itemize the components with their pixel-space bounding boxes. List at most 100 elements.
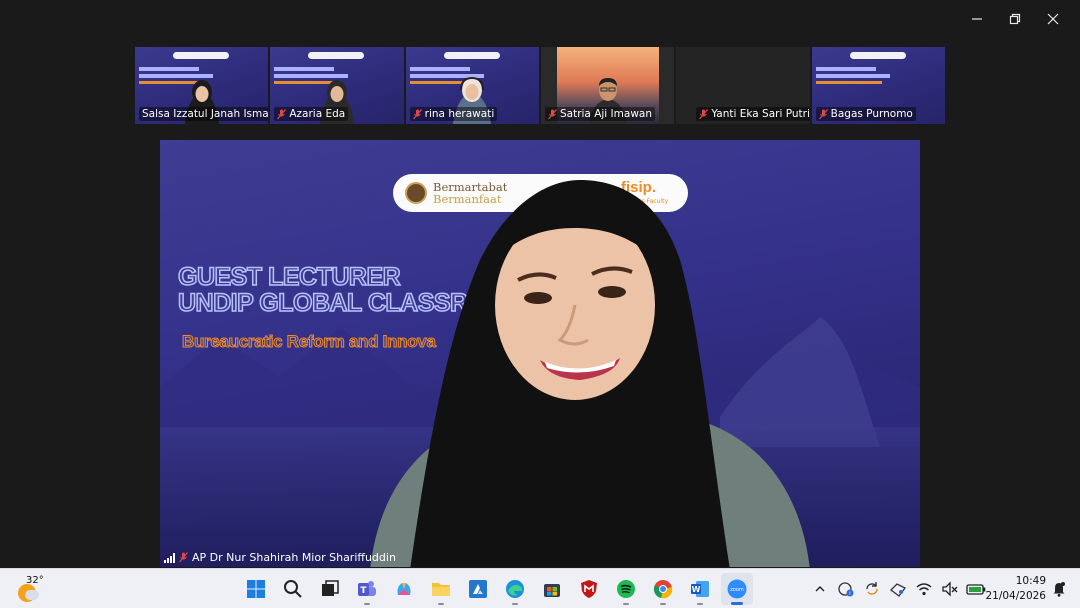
teams-app[interactable]: T — [351, 573, 383, 605]
svg-text:W: W — [692, 585, 701, 594]
slide-logo-thumbnail — [173, 52, 229, 59]
clock-date: 21/04/2026 — [985, 590, 1046, 602]
window-controls — [958, 6, 1072, 32]
participant-name: Azaria Eda — [289, 108, 346, 120]
cloud-icon — [25, 590, 39, 600]
speaker-video[interactable]: Bermartabat Bermanfaat fisip. World Clas… — [160, 140, 920, 567]
file-explorer-app[interactable] — [425, 573, 457, 605]
microsoft-store-app[interactable] — [536, 573, 568, 605]
refresh-icon — [866, 582, 878, 595]
weather-widget[interactable]: 32° — [16, 573, 48, 605]
restore-icon — [1009, 13, 1021, 25]
search-icon — [284, 580, 302, 598]
cloud-sync-icon: i — [838, 582, 854, 597]
slide-title-thumbnail — [274, 67, 335, 71]
mcafee-shield-icon — [581, 580, 597, 598]
svg-text:zoom: zoom — [730, 587, 744, 593]
svg-text:i: i — [849, 591, 850, 597]
folder-icon — [432, 583, 450, 596]
spotify-app[interactable] — [610, 573, 642, 605]
sync-status[interactable] — [862, 579, 882, 599]
participant-tile[interactable]: Yanti Eka Sari Putri — [676, 47, 810, 124]
volume-muted-icon — [942, 581, 958, 597]
participant-name: rina herawati — [424, 108, 495, 120]
participant-tile[interactable]: rina herawati — [405, 47, 539, 124]
svg-text:T: T — [360, 586, 367, 596]
copilot-app[interactable] — [388, 573, 420, 605]
speaker-nameplate: AP Dr Nur Shahirah Mior Shariffuddin — [164, 551, 396, 564]
teams-icon: T — [358, 581, 376, 596]
battery-status[interactable] — [966, 579, 986, 599]
store-icon — [544, 584, 560, 597]
slide-logo-thumbnail — [443, 52, 500, 59]
clock[interactable]: 10:49 21/04/2026 — [985, 574, 1046, 604]
chrome-icon — [653, 580, 673, 599]
wifi-status[interactable] — [914, 579, 934, 599]
edge-icon — [506, 580, 524, 598]
edge-app[interactable] — [499, 573, 531, 605]
mic-muted-icon — [548, 108, 557, 119]
notification-bell-icon — [1053, 582, 1065, 597]
participant-tile[interactable]: Salsa Izzatul Janah Ismail — [135, 47, 269, 124]
presenter-video — [370, 180, 810, 567]
windows-logo-icon — [247, 580, 265, 598]
close-button[interactable] — [1034, 6, 1072, 32]
speaker-name: AP Dr Nur Shahirah Mior Shariffuddin — [192, 551, 396, 564]
slide-title-thumbnail — [409, 67, 470, 71]
task-view-button[interactable] — [314, 573, 346, 605]
vpn-icon — [890, 583, 906, 597]
participant-name: Satria Aji Imawan — [559, 108, 652, 120]
participant-tile[interactable]: Azaria Eda — [270, 47, 404, 124]
azure-data-studio-icon — [469, 580, 487, 598]
azure-data-studio-app[interactable] — [462, 573, 494, 605]
participant-name: Salsa Izzatul Janah Ismail — [142, 108, 269, 120]
participant-tile[interactable]: Satria Aji Imawan — [540, 47, 675, 124]
minimize-button[interactable] — [958, 6, 996, 32]
clock-time: 10:49 — [1015, 575, 1046, 587]
taskbar: 32° T W zoom i 10:49 21/04/2026 — [0, 568, 1080, 608]
start-button[interactable] — [240, 573, 272, 605]
participant-nameplate: Satria Aji Imawan — [544, 107, 655, 121]
zoom-app[interactable]: zoom — [721, 573, 753, 605]
vpn-status[interactable] — [888, 579, 908, 599]
mic-muted-icon — [818, 108, 828, 119]
slide-logo-thumbnail — [308, 52, 365, 59]
slide-logo-thumbnail — [849, 52, 906, 59]
minimize-icon — [972, 18, 982, 20]
mic-muted-icon — [699, 108, 709, 119]
chrome-app[interactable] — [647, 573, 679, 605]
participant-name: Yanti Eka Sari Putri — [711, 108, 810, 120]
participant-tile[interactable]: Bagas Purnomo — [811, 47, 945, 124]
task-view-icon — [322, 580, 339, 596]
participant-nameplate: Yanti Eka Sari Putri — [696, 107, 810, 121]
close-icon — [1047, 13, 1059, 25]
notifications-button[interactable] — [1052, 581, 1066, 597]
mic-muted-icon — [412, 108, 422, 119]
weather-temperature: 32° — [26, 575, 44, 586]
participant-nameplate: Azaria Eda — [274, 107, 349, 121]
wifi-icon — [916, 583, 932, 596]
connection-signal-icon — [164, 552, 175, 563]
word-app[interactable]: W — [684, 573, 716, 605]
volume-control[interactable] — [940, 579, 960, 599]
slide-title-thumbnail — [815, 67, 876, 71]
participant-nameplate: rina herawati — [409, 107, 498, 121]
mic-muted-icon — [179, 552, 188, 563]
show-hidden-icons-button[interactable] — [810, 579, 830, 599]
participant-nameplate: Bagas Purnomo — [815, 107, 916, 121]
zoom-icon: zoom — [727, 579, 747, 599]
search-button[interactable] — [277, 573, 309, 605]
system-tray: i — [810, 573, 986, 605]
onedrive-status[interactable]: i — [836, 579, 856, 599]
spotify-icon — [617, 580, 635, 598]
participant-gallery: Salsa Izzatul Janah Ismail Azaria Eda ri… — [135, 47, 945, 124]
mic-muted-icon — [277, 108, 287, 119]
mcafee-app[interactable] — [573, 573, 605, 605]
participant-name: Bagas Purnomo — [830, 108, 913, 120]
chevron-up-icon — [815, 586, 825, 592]
battery-charging-icon — [966, 584, 986, 595]
word-icon: W — [691, 581, 709, 597]
taskbar-apps: T W zoom — [240, 573, 753, 605]
restore-button[interactable] — [996, 6, 1034, 32]
slide-title-thumbnail — [139, 67, 199, 71]
